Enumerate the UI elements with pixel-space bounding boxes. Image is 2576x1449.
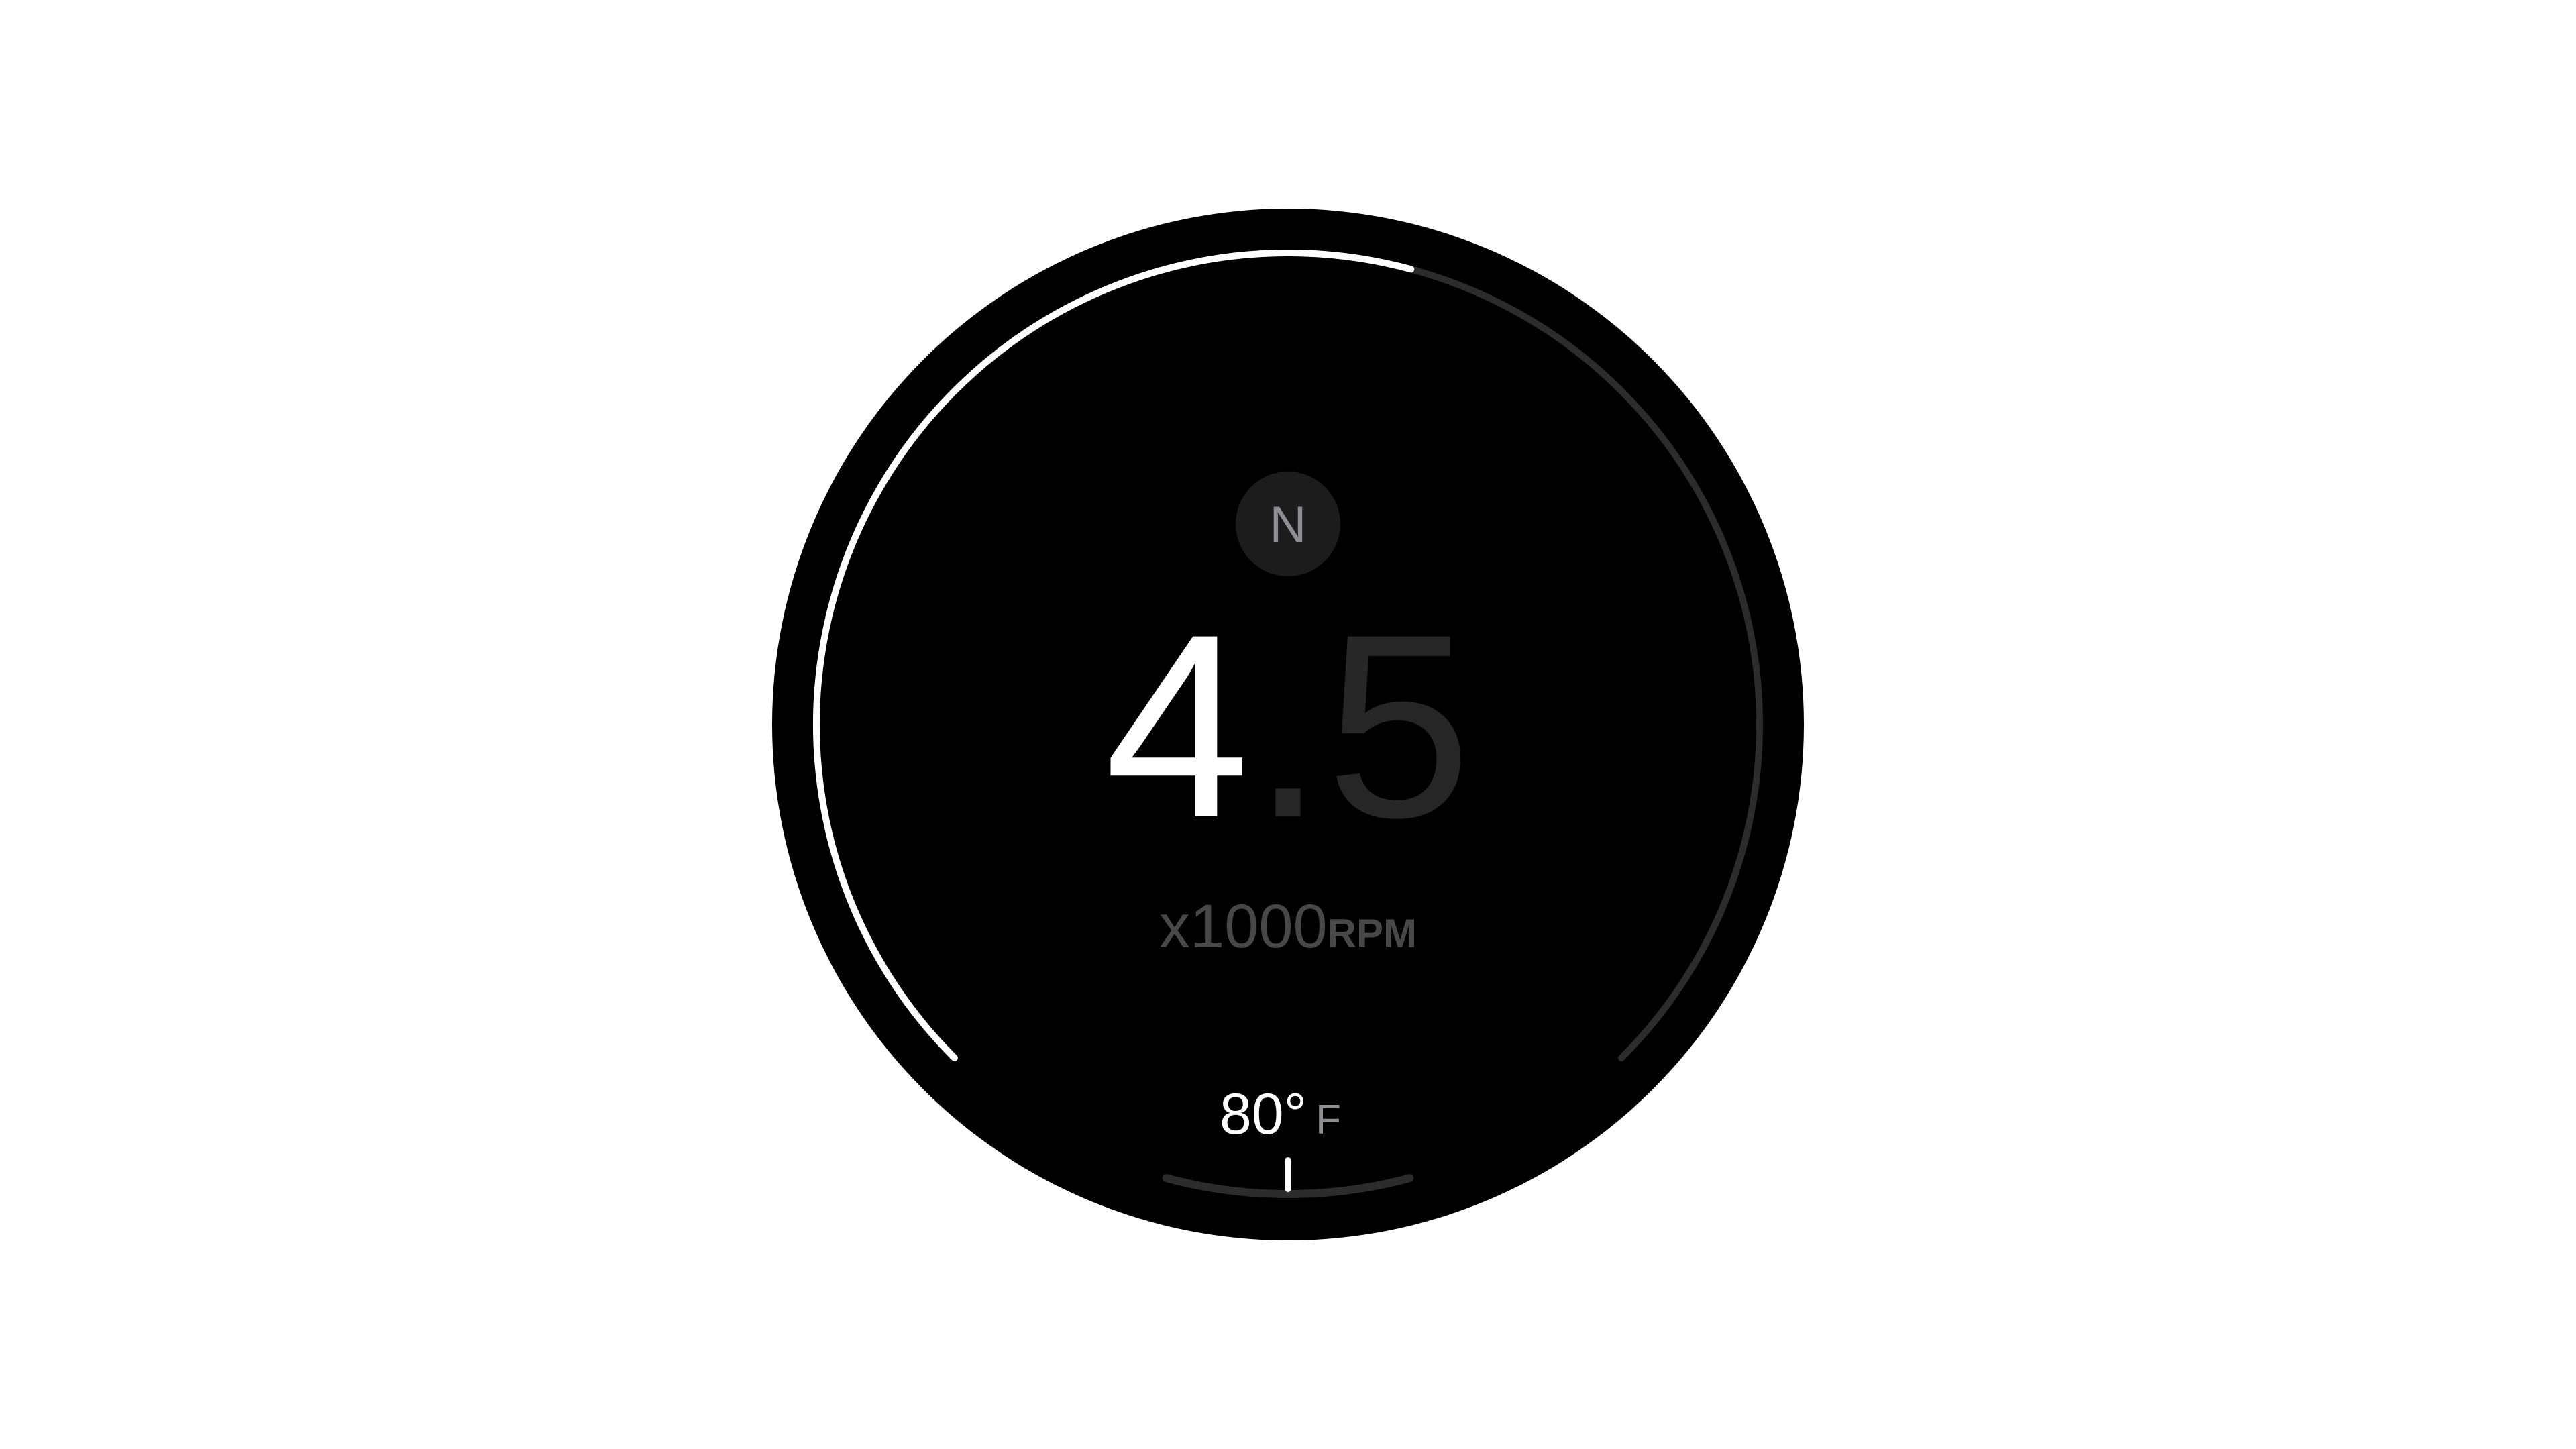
rpm-multiplier: x1000 xyxy=(1159,892,1328,961)
temperature-unit: F xyxy=(1316,1097,1341,1143)
rpm-value-separator: . xyxy=(1252,580,1324,872)
gear-indicator: N xyxy=(1270,496,1307,553)
rpm-value-fraction: 5 xyxy=(1326,580,1472,872)
rpm-unit: RPM xyxy=(1328,911,1417,956)
rpm-value-integer: 4 xyxy=(1105,580,1250,872)
dashboard-gauge: N 4 . 5 x1000RPM 80° F xyxy=(772,209,1804,1240)
temperature-value: 80° xyxy=(1220,1082,1307,1146)
